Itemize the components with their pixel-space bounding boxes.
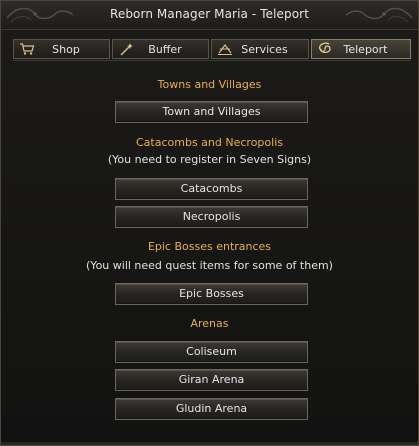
gludin-arena-button[interactable]: Gludin Arena (115, 398, 308, 420)
section-note-catacombs: (You need to register in Seven Signs) (107, 153, 312, 166)
tab-services-label: Services (241, 42, 288, 56)
tab-buffer[interactable]: Buffer (112, 39, 209, 59)
section-heading-arenas: Arenas (190, 317, 229, 330)
coliseum-button[interactable]: Coliseum (115, 341, 308, 363)
ornament-right-icon (345, 7, 413, 23)
tab-shop[interactable]: Shop (13, 39, 110, 59)
section-note-epic: (You will need quest items for some of t… (86, 259, 333, 272)
catacombs-button[interactable]: Catacombs (115, 178, 308, 200)
window-bottom-edge (1, 442, 418, 445)
teleport-swirl-icon (315, 41, 335, 57)
title-bar[interactable]: Reborn Manager Maria - Teleport (1, 1, 418, 30)
tab-teleport-label: Teleport (343, 42, 388, 56)
tab-buffer-label: Buffer (148, 42, 182, 56)
cart-icon (17, 41, 37, 57)
epic-bosses-button[interactable]: Epic Bosses (115, 283, 308, 305)
tab-services[interactable]: Services (211, 39, 309, 59)
wand-icon (116, 41, 136, 57)
tab-divider (13, 60, 411, 61)
tab-teleport[interactable]: Teleport (311, 39, 411, 59)
section-heading-towns: Towns and Villages (157, 78, 262, 91)
tab-bar: Shop Buffer Services Teleport (13, 39, 411, 61)
necropolis-button[interactable]: Necropolis (115, 206, 308, 228)
giran-arena-button[interactable]: Giran Arena (115, 369, 308, 391)
town-and-villages-button[interactable]: Town and Villages (115, 101, 308, 123)
tab-shop-label: Shop (52, 42, 80, 56)
section-heading-epic: Epic Bosses entrances (147, 240, 272, 253)
section-heading-catacombs: Catacombs and Necropolis (136, 136, 283, 149)
teleport-window: Reborn Manager Maria - Teleport Shop Buf… (0, 0, 419, 446)
services-icon (215, 41, 235, 57)
